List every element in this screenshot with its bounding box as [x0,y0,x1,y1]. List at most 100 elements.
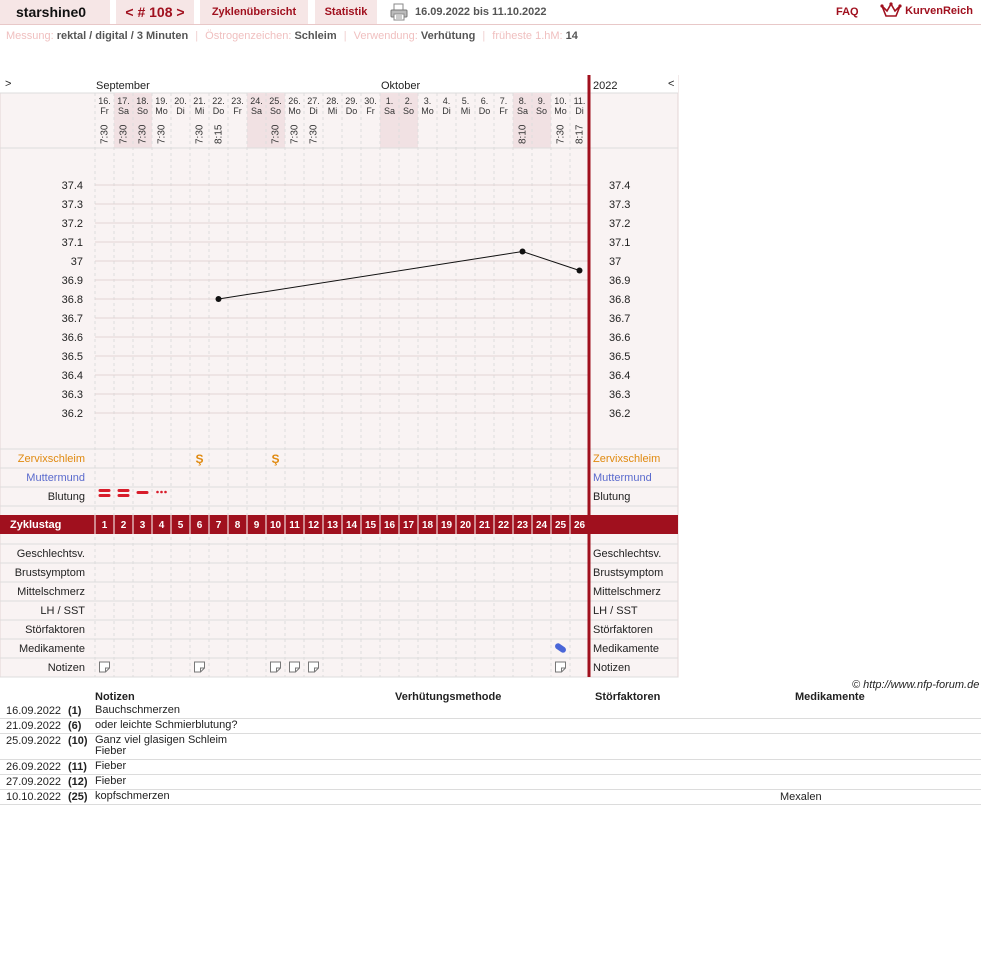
temp-tick-right: 36.4 [609,370,630,382]
method-header: Verhütungsmethode [395,691,502,703]
row-label-left: Medikamente [19,643,85,655]
temperature-point [576,267,583,274]
measurement-label: Messung: [6,30,54,42]
cycle-day-number: 3 [140,520,146,531]
cycle-day-number: 6 [197,520,203,531]
cycle-overview-link[interactable]: Zyklenübersicht [200,0,308,24]
date-label: 17. [117,96,130,106]
row-label-right: Störfaktoren [593,624,653,636]
note-text: kopfschmerzen [95,790,170,802]
nav-prev-arrow: > [5,78,11,90]
note-date: 21.09.2022 [6,720,62,732]
temp-tick-right: 36.2 [609,408,630,420]
cycle-day-number: 23 [517,520,529,531]
bleeding-strong-mark [117,489,130,492]
date-label: 27. [307,96,320,106]
note-cycle-day: (6) [68,720,82,732]
cycle-settings-line: Messung: rektal / digital / 3 Minuten | … [6,30,578,42]
kurvenreich-logo[interactable]: KurvenReich [880,2,973,22]
temp-tick-right: 36.8 [609,294,630,306]
row-label-right: Geschlechtsv. [593,548,661,560]
note-date: 16.09.2022 [6,705,62,717]
temp-tick-left: 36.7 [62,313,83,325]
weekday-label: Fr [499,106,508,116]
medication-header: Medikamente [795,691,865,703]
measure-time-label: 7:30 [290,124,301,144]
row-label-left: LH / SST [40,605,85,617]
notes-row: 10.10.2022 (25) kopfschmerzen Mexalen [0,790,981,805]
measure-time-label: 7:30 [119,124,130,144]
weekday-label: Do [346,106,358,116]
row-label-left: Störfaktoren [25,624,85,636]
note-date: 26.09.2022 [6,761,62,773]
faq-link[interactable]: FAQ [836,0,859,24]
cycle-day-number: 11 [289,520,300,531]
cycle-day-number: 12 [308,520,320,531]
date-label: 23. [231,96,244,106]
usage-label: Verwendung: [353,30,418,42]
notes-row: 27.09.2022 (12) Fieber [0,775,981,790]
date-label: 30. [364,96,377,106]
weekday-label: Fr [366,106,375,116]
date-label: 11. [574,96,586,106]
date-label: 28. [326,96,339,106]
row-label-left: Mittelschmerz [17,586,85,598]
row-label-left: Geschlechtsv. [17,548,85,560]
note-medication: Mexalen [780,791,822,803]
temp-tick-left: 37.3 [62,199,83,211]
crown-logo-icon [880,2,902,17]
date-label: 16. [98,96,111,106]
cycle-day-number: 8 [235,520,241,531]
bleeding-strong-mark [98,494,111,497]
copyright: © http://www.nfp-forum.de [852,679,980,691]
separator: | [343,30,347,42]
weekday-label: Fr [233,106,242,116]
temp-tick-left: 36.3 [62,389,83,401]
note-text: Fieber [95,775,127,787]
note-cycle-day: (11) [68,761,87,773]
temp-tick-right: 36.3 [609,389,630,401]
temp-tick-left: 36.2 [62,408,83,420]
measure-time-label: 7:30 [195,124,206,144]
top-bar: starshine0 < # 108 > Zyklenübersicht Sta… [0,0,981,25]
date-range: 16.09.2022 bis 11.10.2022 [415,6,547,18]
temp-tick-left: 36.8 [62,294,83,306]
logo-text: KurvenReich [905,5,973,17]
date-label: 25. [269,96,282,106]
cycle-number-nav[interactable]: < # 108 > [116,0,194,24]
note-text: Fieber [95,760,127,772]
weekday-label: Mo [421,106,434,116]
note-cycle-day: (1) [68,705,82,717]
cycle-day-number: 20 [460,520,472,531]
row-label-left: Notizen [48,662,85,674]
printer-icon[interactable] [390,3,408,21]
temp-tick-right: 36.9 [609,275,630,287]
measurement-value: rektal / digital / 3 Minuten [56,30,189,42]
temp-tick-left: 36.5 [62,351,83,363]
date-label: 20. [174,96,187,106]
note-date: 10.10.2022 [6,791,62,803]
bleeding-strong-mark [98,489,111,492]
row-label-right: Zervixschleim [593,453,660,465]
measure-time-label: 7:30 [157,124,168,144]
temperature-point [215,296,222,302]
cycle-day-number: 18 [422,520,434,531]
statistics-link[interactable]: Statistik [315,0,377,24]
weekday-label: Mo [155,106,168,116]
measure-time-label: 7:30 [309,124,320,144]
usage-value: Verhütung [420,30,476,42]
weekday-label: Mo [554,106,567,116]
row-label-left: Brustsymptom [15,567,85,579]
measure-time-label: 7:30 [100,124,111,144]
measure-time-label: 7:30 [138,124,149,144]
weekday-label: Fr [100,106,109,116]
disturbances-header: Störfaktoren [595,691,661,703]
cycle-day-number: 2 [121,520,127,531]
weekday-label: Di [575,106,584,116]
temp-tick-right: 37.4 [609,180,630,192]
username[interactable]: starshine0 [0,0,110,24]
note-text: oder leichte Schmierblutung? [95,719,238,731]
row-label-right: LH / SST [593,605,638,617]
note-cycle-day: (10) [68,735,88,747]
date-label: 4. [443,96,451,106]
